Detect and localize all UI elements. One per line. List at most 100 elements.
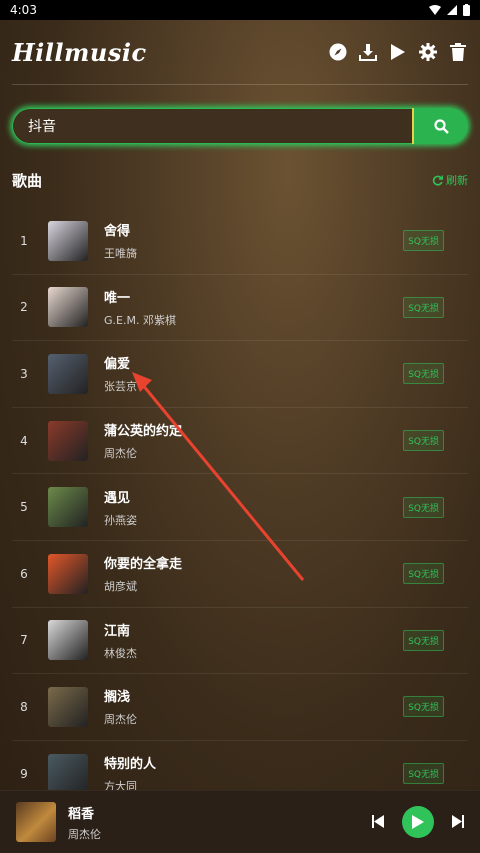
search-bar <box>12 108 468 144</box>
settings-button[interactable] <box>418 42 438 62</box>
quality-badge: SQ无损 <box>403 430 444 452</box>
song-title: 江南 <box>104 623 131 639</box>
player-cover <box>16 802 56 842</box>
song-artist: 孙燕姿 <box>104 513 137 527</box>
song-meta: 唯一 G.E.M. 邓紫棋 <box>104 287 403 328</box>
song-index: 2 <box>20 300 28 315</box>
song-index: 9 <box>20 766 28 781</box>
song-meta: 搁浅 周杰伦 <box>104 686 403 727</box>
status-time: 4:03 <box>10 3 37 17</box>
song-cover <box>48 487 88 528</box>
song-title: 你要的全拿走 <box>104 557 183 573</box>
battery-icon <box>463 4 470 16</box>
search-button[interactable] <box>414 108 468 144</box>
song-row[interactable]: 3 偏爱 张芸京 SQ无损 <box>12 341 468 408</box>
delete-button[interactable] <box>448 42 468 62</box>
next-button[interactable] <box>452 813 464 832</box>
songs-section-header: 歌曲 刷新 <box>12 170 468 190</box>
song-artist: 周杰伦 <box>104 447 137 461</box>
quality-badge: SQ无损 <box>403 696 444 718</box>
song-cover <box>48 420 88 461</box>
previous-button[interactable] <box>372 813 384 832</box>
song-cover <box>48 220 88 261</box>
song-title: 搁浅 <box>104 690 131 706</box>
song-title: 舍得 <box>104 224 131 240</box>
song-index: 6 <box>20 566 28 581</box>
song-cover <box>48 620 88 661</box>
song-index: 3 <box>20 366 28 381</box>
quality-badge: SQ无损 <box>403 230 444 252</box>
song-artist: 张芸京 <box>104 380 137 394</box>
header-divider <box>12 84 468 85</box>
download-button[interactable] <box>358 42 378 62</box>
song-artist: 林俊杰 <box>104 646 137 660</box>
song-meta: 舍得 王唯旖 <box>104 220 403 261</box>
song-cover <box>48 686 88 727</box>
header-actions <box>328 42 468 62</box>
song-index: 5 <box>20 500 28 515</box>
song-row[interactable]: 2 唯一 G.E.M. 邓紫棋 SQ无损 <box>12 275 468 342</box>
player-artist: 周杰伦 <box>68 827 101 841</box>
song-meta: 江南 林俊杰 <box>104 620 403 661</box>
compass-button[interactable] <box>328 42 348 62</box>
search-input[interactable] <box>12 108 412 144</box>
status-icons <box>429 4 470 16</box>
song-row[interactable]: 8 搁浅 周杰伦 SQ无损 <box>12 674 468 741</box>
song-meta: 你要的全拿走 胡彦斌 <box>104 553 403 594</box>
song-cover <box>48 753 88 794</box>
quality-badge: SQ无损 <box>403 563 444 585</box>
song-title: 蒲公英的约定 <box>104 424 183 440</box>
skip-previous-icon <box>372 814 384 828</box>
play-pause-button[interactable] <box>402 806 434 838</box>
song-artist: 王唯旖 <box>104 247 137 261</box>
song-title: 特别的人 <box>104 757 157 773</box>
player-title: 稻香 <box>68 806 95 822</box>
quality-badge: SQ无损 <box>403 629 444 651</box>
song-cover <box>48 553 88 594</box>
song-cover <box>48 353 88 394</box>
song-cover <box>48 287 88 328</box>
quality-badge: SQ无损 <box>403 296 444 318</box>
quality-badge: SQ无损 <box>403 363 444 385</box>
status-bar: 4:03 <box>0 0 480 20</box>
refresh-icon <box>432 175 443 186</box>
download-icon <box>359 44 377 61</box>
quality-badge: SQ无损 <box>403 763 444 785</box>
player-meta: 稻香 周杰伦 <box>68 803 372 842</box>
song-artist: G.E.M. 邓紫棋 <box>104 313 176 327</box>
app-header: Hillmusic <box>12 34 468 70</box>
song-artist: 周杰伦 <box>104 713 137 727</box>
song-row[interactable]: 6 你要的全拿走 胡彦斌 SQ无损 <box>12 541 468 608</box>
wifi-icon <box>429 5 441 15</box>
refresh-button[interactable]: 刷新 <box>432 172 468 188</box>
section-title: 歌曲 <box>12 171 43 190</box>
trash-icon <box>450 43 466 61</box>
refresh-label: 刷新 <box>446 174 468 187</box>
search-icon <box>433 118 449 134</box>
song-row[interactable]: 1 舍得 王唯旖 SQ无损 <box>12 208 468 275</box>
gear-icon <box>419 43 437 61</box>
play-icon <box>391 44 405 60</box>
app-logo: Hillmusic <box>12 37 147 67</box>
mini-player[interactable]: 稻香 周杰伦 <box>0 790 480 853</box>
song-meta: 特别的人 方大同 <box>104 753 403 794</box>
song-row[interactable]: 7 江南 林俊杰 SQ无损 <box>12 608 468 675</box>
song-meta: 偏爱 张芸京 <box>104 353 403 394</box>
song-list: 1 舍得 王唯旖 SQ无损 2 唯一 G.E.M. 邓紫棋 SQ无损 3 偏爱 张芸京 SQ无损 4 蒲公… <box>12 208 468 808</box>
song-title: 遇见 <box>104 490 131 506</box>
song-meta: 遇见 孙燕姿 <box>104 487 403 528</box>
signal-icon <box>447 5 457 15</box>
song-row[interactable]: 5 遇见 孙燕姿 SQ无损 <box>12 474 468 541</box>
play-icon <box>412 815 424 829</box>
song-artist: 胡彦斌 <box>104 580 137 594</box>
song-index: 1 <box>20 233 28 248</box>
play-all-button[interactable] <box>388 42 408 62</box>
song-index: 7 <box>20 633 28 648</box>
song-index: 4 <box>20 433 28 448</box>
song-title: 偏爱 <box>104 357 131 373</box>
player-controls <box>372 806 464 838</box>
skip-next-icon <box>452 814 464 828</box>
compass-icon <box>329 43 347 61</box>
song-row[interactable]: 4 蒲公英的约定 周杰伦 SQ无损 <box>12 408 468 475</box>
quality-badge: SQ无损 <box>403 496 444 518</box>
